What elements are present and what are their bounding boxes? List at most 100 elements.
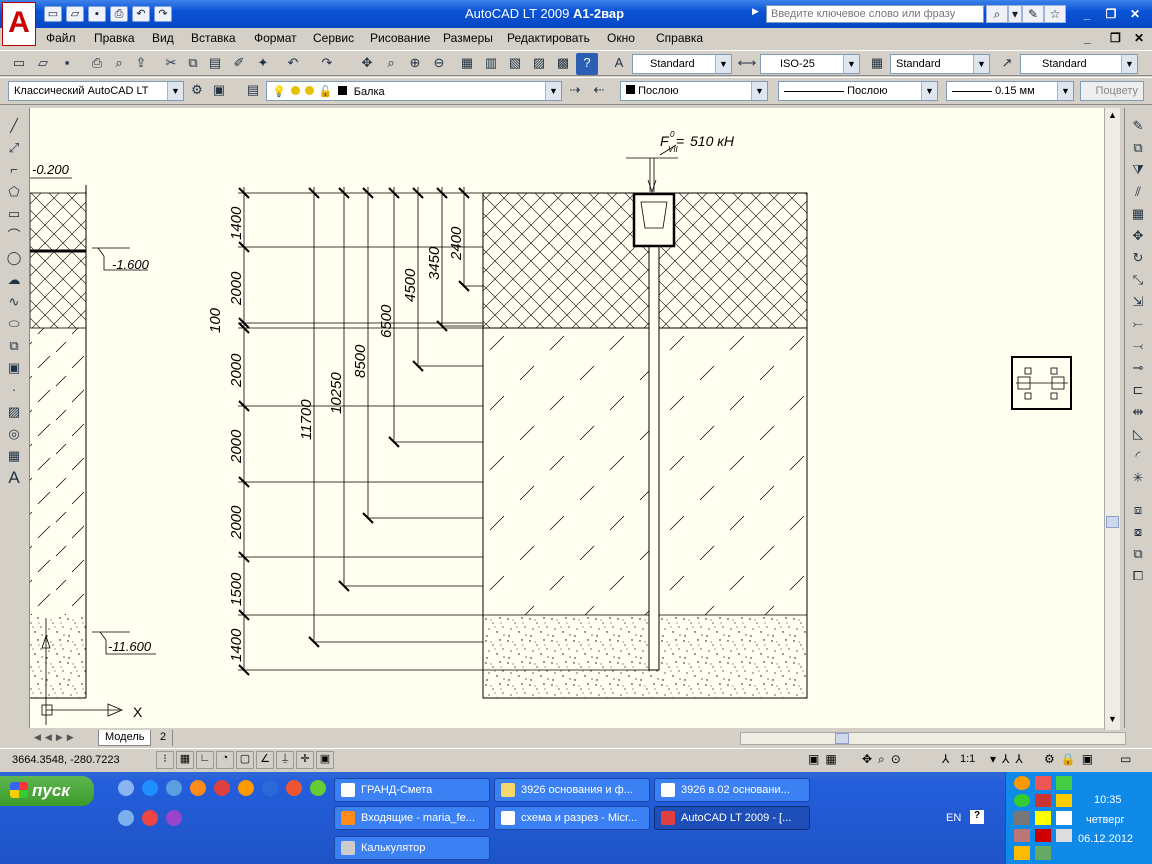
lineweight-select[interactable]: 0.15 мм ▼ [946,81,1074,101]
mirror-icon[interactable]: ⧩ [1128,160,1148,180]
polar-icon[interactable]: ◔ [216,751,234,769]
hatch-icon[interactable]: ▨ [4,402,24,422]
vertical-scrollbar[interactable]: ▲ ▼ [1104,108,1120,730]
break-icon[interactable]: ⊏ [1128,380,1148,400]
circle-icon[interactable]: ◯ [4,248,24,268]
firefox-icon[interactable] [190,780,206,796]
task-word-scheme[interactable]: схема и разрез - Micr... [494,806,650,830]
publish-icon[interactable]: ⇪ [130,53,152,75]
annotation-visibility-icons[interactable]: ▾⅄⅄ [990,752,1029,766]
menu-edit[interactable]: Правка [94,31,135,45]
explorer-icon[interactable] [118,810,134,826]
otrack-icon[interactable]: ∠ [256,751,274,769]
linetype-select[interactable]: Послою ▼ [778,81,938,101]
scroll-up-icon[interactable]: ▲ [1106,110,1119,123]
task-firefox-inbox[interactable]: Входящие - maria_fe... [334,806,490,830]
tab-sheet-2[interactable]: 2 [154,730,174,746]
trim-icon[interactable]: ⤚ [1128,314,1148,334]
table-icon[interactable]: ▦ [4,446,24,466]
chamfer-icon[interactable]: ◺ [1128,424,1148,444]
restore-button[interactable]: ❐ [1100,5,1122,23]
draworder-front-icon[interactable]: ⧈ [1128,500,1148,520]
erase-icon[interactable]: ✎ [1128,116,1148,136]
player-icon[interactable] [238,780,254,796]
zoom-realtime-icon[interactable]: ⌕ [380,53,402,75]
favorites-star-icon[interactable]: ☆ [1044,5,1066,23]
menu-modify[interactable]: Редактировать [507,31,590,45]
mleader-style-select[interactable]: Standard ▼ [1020,54,1138,74]
workspace-settings-icon[interactable]: ⚙ [186,80,208,102]
start-button[interactable]: пуск [0,776,94,806]
save-icon[interactable]: ▪ [56,53,78,75]
snap-icon[interactable]: ⁝ [156,751,174,769]
multiline-text-icon[interactable]: A [4,468,24,488]
move-icon[interactable]: ✥ [1128,226,1148,246]
autocad-logo-icon[interactable]: A [2,2,36,46]
tray-app-icon[interactable] [1014,811,1030,825]
tray-app-icon[interactable] [1035,776,1051,790]
copy-object-icon[interactable]: ⧉ [1128,138,1148,158]
tray-app-icon[interactable] [1056,776,1072,790]
rotate-icon[interactable]: ↻ [1128,248,1148,268]
shield-icon[interactable] [1056,793,1072,808]
fillet-icon[interactable]: ◜ [1128,446,1148,466]
draworder-under-icon[interactable]: ⧠ [1128,566,1148,586]
task-folder-3926[interactable]: 3926 основания и ф... [494,778,650,802]
task-word-3926[interactable]: 3926 в.02 основани... [654,778,810,802]
draworder-above-icon[interactable]: ⧉ [1128,544,1148,564]
offset-icon[interactable]: ⫽ [1128,182,1148,202]
explode-icon[interactable]: ✳ [1128,468,1148,488]
save-icon[interactable]: ▪ [88,6,106,22]
tray-app-icon[interactable] [1014,793,1030,808]
infocenter-toggle-icon[interactable]: ▶ [752,6,759,17]
hscroll-thumb[interactable] [835,733,849,744]
construction-line-icon[interactable]: ⤢ [4,138,24,158]
search-icon[interactable]: ⌕ [986,5,1008,23]
paste-icon[interactable]: ▤ [204,53,226,75]
language-indicator[interactable]: EN [946,812,961,824]
menu-file[interactable]: Файл [46,31,76,45]
open-icon[interactable]: ▱ [32,53,54,75]
polygon-icon[interactable]: ⬠ [4,182,24,202]
undo-icon[interactable]: ↶ [282,53,304,75]
sheet-set-icon[interactable]: ▨ [528,53,550,75]
table-style-select[interactable]: Standard ▼ [890,54,990,74]
annotation-scale-value[interactable]: 1:1 [960,753,975,765]
tray-app-icon[interactable] [1014,776,1030,790]
copy-icon[interactable]: ⧉ [182,53,204,75]
menu-draw[interactable]: Рисование [370,31,430,45]
task-grand-smeta[interactable]: ГРАНД-Смета [334,778,490,802]
block-editor-icon[interactable]: ✦ [252,53,274,75]
winamp-icon[interactable] [166,810,182,826]
help-tray-icon[interactable]: ? [970,810,984,824]
infocenter-search-input[interactable]: Введите ключевое слово или фразу [766,5,984,23]
autocad-icon[interactable] [214,780,230,796]
ie-icon[interactable] [142,780,158,796]
text-style-select[interactable]: Standard ▼ [632,54,732,74]
scroll-down-icon[interactable]: ▼ [1106,714,1119,727]
pan-icon[interactable]: ✥ [356,53,378,75]
dyn-icon[interactable]: ⍊ [276,751,294,769]
make-block-icon[interactable]: ▣ [4,358,24,378]
help-icon[interactable]: ? [576,53,598,75]
menu-dimension[interactable]: Размеры [443,31,493,45]
open-icon[interactable]: ▱ [66,6,84,22]
match-properties-icon[interactable]: ✐ [228,53,250,75]
tray-app-icon[interactable] [1035,828,1051,843]
stretch-icon[interactable]: ⇲ [1128,292,1148,312]
undo-icon[interactable]: ↶ [132,6,150,22]
menu-format[interactable]: Формат [254,31,297,45]
tray-app-icon[interactable] [1014,828,1030,843]
layer-previous-icon[interactable]: ⇠ [588,80,610,102]
doc-minimize-button[interactable]: _ [1084,31,1091,45]
properties-icon[interactable]: ▦ [456,53,478,75]
workspace-select[interactable]: Классический AutoCAD LT ▼ [8,81,184,101]
scale-icon[interactable]: ⤡ [1128,270,1148,290]
new-icon[interactable]: ▭ [8,53,30,75]
color-select[interactable]: Послою ▼ [620,81,768,101]
layer-manager-icon[interactable]: ▤ [242,80,264,102]
arc-icon[interactable]: ⌒ [4,226,24,246]
scroll-thumb[interactable] [1106,516,1119,528]
workspace-lock-icons[interactable]: ⚙🔒▣ [1044,752,1099,766]
zoom-window-icon[interactable]: ⊕ [404,53,426,75]
